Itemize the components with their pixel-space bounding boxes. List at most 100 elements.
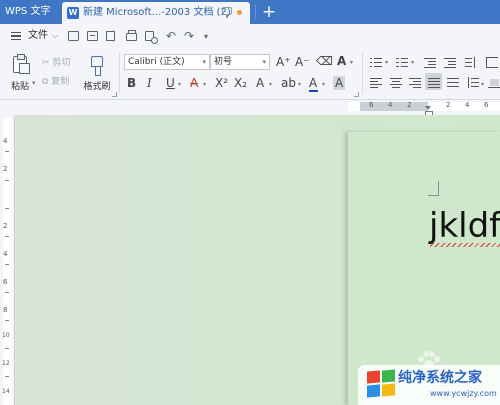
- document-text[interactable]: jkldfj: [429, 205, 500, 247]
- menu-bar: 文件 ⌵ ↶ ↷ ▾: [0, 24, 500, 48]
- print-preview-icon[interactable]: [145, 31, 158, 44]
- underline-button[interactable]: U: [166, 76, 175, 90]
- ruler-dash: [5, 236, 9, 237]
- highlight-button[interactable]: ab: [281, 76, 296, 90]
- bold-button[interactable]: B: [127, 76, 136, 90]
- open-folder-icon[interactable]: [68, 31, 79, 41]
- ruler-dash: [5, 292, 9, 293]
- increase-indent-icon[interactable]: [444, 57, 456, 69]
- align-left-icon[interactable]: [370, 77, 382, 89]
- font-color-swatch: [309, 90, 318, 92]
- group-divider: [119, 52, 120, 94]
- chevron-down-icon[interactable]: ▾: [203, 81, 206, 88]
- paste-button[interactable]: 粘贴: [6, 53, 34, 93]
- tab-bar: WPS 文字 W 新建 Microsoft...-2003 文档 (2) +: [0, 0, 500, 24]
- ruler-dash: [5, 180, 9, 181]
- page-margin-corner-mark: [428, 181, 439, 196]
- format-painter-button[interactable]: 格式刷: [82, 53, 112, 93]
- writer-doc-icon: W: [67, 7, 79, 19]
- export-pdf-icon[interactable]: [106, 31, 115, 41]
- undo-icon[interactable]: ↶: [166, 28, 176, 44]
- ruler-tick: 12: [2, 360, 10, 367]
- grow-font-icon[interactable]: A⁺: [276, 55, 291, 69]
- paste-label: 粘贴: [10, 82, 29, 92]
- chevron-down-icon[interactable]: ▾: [411, 59, 414, 66]
- chevron-down-icon: ▾: [202, 58, 206, 66]
- chevron-down-icon[interactable]: ▾: [385, 59, 388, 66]
- chevron-down-icon[interactable]: ▾: [350, 59, 353, 66]
- strikethrough-button[interactable]: A: [190, 76, 198, 90]
- paragraph-shading-icon[interactable]: [488, 77, 500, 89]
- sort-icon[interactable]: [465, 57, 477, 68]
- font-name-select[interactable]: Calibri (正文) ▾: [124, 54, 210, 70]
- cut-button[interactable]: ✂ 剪切: [42, 56, 70, 70]
- ruler-tick: 4: [465, 101, 470, 109]
- ribbon: 粘贴 ▾ ✂ 剪切 ⧉ 复制 格式刷 Calibri (正文) ▾ 初号 ▾ A…: [0, 48, 500, 100]
- paste-icon: [13, 54, 30, 74]
- font-size-select[interactable]: 初号 ▾: [210, 54, 270, 70]
- tab-separator: [255, 5, 256, 19]
- chevron-down-icon[interactable]: ▾: [178, 81, 181, 88]
- character-shading-button[interactable]: A: [333, 76, 346, 90]
- file-menu[interactable]: 文件: [28, 24, 48, 48]
- phonetic-guide-icon[interactable]: A: [337, 54, 346, 68]
- ruler-tick: 14: [2, 388, 10, 395]
- ruler-dash: [5, 151, 9, 152]
- ruler-dash: [5, 376, 9, 377]
- distribute-icon[interactable]: [447, 77, 459, 88]
- windows-logo-icon: [366, 369, 396, 398]
- font-size-value: 初号: [214, 57, 233, 67]
- subscript-button[interactable]: X₂: [234, 76, 247, 90]
- ruler-tick: 6: [369, 101, 374, 109]
- format-painter-label: 格式刷: [83, 82, 111, 92]
- ruler-dash: [5, 264, 9, 265]
- font-color-button[interactable]: A: [309, 76, 317, 90]
- font-dialog-launcher[interactable]: [354, 92, 359, 97]
- quick-access-more-icon[interactable]: ▾: [204, 29, 208, 45]
- ruler-tick: 6: [484, 101, 489, 109]
- chevron-down-icon: ▾: [262, 58, 266, 66]
- chevron-down-icon[interactable]: ⌵: [52, 29, 58, 43]
- chevron-down-icon[interactable]: ▾: [322, 81, 325, 88]
- indent-marker-icon[interactable]: [425, 106, 433, 117]
- ruler-tick: 10: [2, 332, 10, 339]
- superscript-button[interactable]: X²: [215, 76, 228, 90]
- ruler-tick: 4: [3, 137, 8, 145]
- italic-button[interactable]: I: [147, 76, 152, 90]
- chevron-down-icon[interactable]: ▾: [481, 81, 484, 88]
- watermark-url: www.ycwjzy.com: [430, 389, 497, 398]
- font-name-value: Calibri (正文): [128, 57, 185, 67]
- ruler-tick: 4: [3, 250, 8, 258]
- document-tab-title: 新建 Microsoft...-2003 文档 (2): [83, 7, 231, 18]
- align-right-icon[interactable]: [409, 77, 421, 89]
- document-tab[interactable]: W 新建 Microsoft...-2003 文档 (2): [62, 2, 250, 24]
- borders-icon[interactable]: [486, 57, 498, 69]
- ruler-tick: 8: [3, 306, 8, 314]
- ruler-tick: 2: [407, 101, 412, 109]
- monitor-icon[interactable]: [222, 7, 232, 18]
- chevron-down-icon[interactable]: ▾: [269, 81, 272, 88]
- clipboard-dialog-launcher[interactable]: [112, 92, 117, 97]
- numbering-icon[interactable]: [396, 57, 408, 68]
- ruler-dash: [5, 208, 9, 209]
- ruler-tick: 4: [388, 101, 393, 109]
- ruler-dash: [5, 320, 9, 321]
- chevron-down-icon[interactable]: ▾: [32, 79, 36, 87]
- save-icon[interactable]: [87, 31, 98, 41]
- ruler-tick: 2: [3, 222, 8, 230]
- bullets-icon[interactable]: [370, 57, 382, 68]
- decrease-indent-icon[interactable]: [424, 57, 436, 69]
- shrink-font-icon[interactable]: A⁻: [295, 55, 310, 69]
- line-spacing-icon[interactable]: [467, 77, 479, 88]
- clear-format-icon[interactable]: ⌫: [316, 54, 333, 68]
- hamburger-icon[interactable]: [11, 32, 21, 40]
- ruler-tick: 6: [3, 278, 8, 286]
- chevron-down-icon[interactable]: ▾: [298, 81, 301, 88]
- copy-button[interactable]: ⧉ 复制: [42, 75, 69, 89]
- align-center-icon[interactable]: [390, 77, 402, 89]
- print-icon[interactable]: [126, 30, 137, 41]
- app-tab[interactable]: WPS 文字: [0, 0, 58, 24]
- text-effect-button[interactable]: A: [256, 76, 264, 90]
- redo-icon[interactable]: ↷: [184, 28, 194, 44]
- new-tab-button[interactable]: +: [260, 1, 278, 23]
